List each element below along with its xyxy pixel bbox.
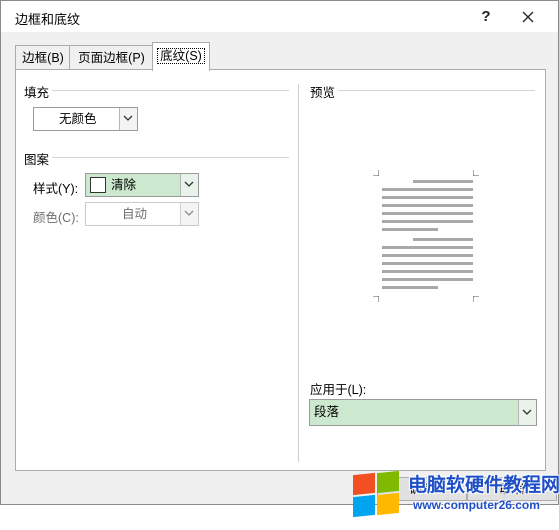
style-dropdown-button[interactable] xyxy=(180,174,198,196)
watermark-title: 电脑软硬件教程网 xyxy=(408,475,559,496)
apply-to-dropdown[interactable]: 段落 xyxy=(309,399,537,426)
fill-group-label: 填充 xyxy=(24,86,50,100)
corner-mark-bottom-left xyxy=(373,296,379,302)
close-button[interactable] xyxy=(513,1,543,32)
chevron-down-icon xyxy=(123,115,133,121)
corner-mark-top-left xyxy=(373,170,379,176)
title-bar: 边框和底纹 ? xyxy=(1,1,558,32)
watermark-url: www.computer26.com xyxy=(413,498,540,512)
fill-group-divider xyxy=(52,90,289,91)
tab-borders-label: 边框(B) xyxy=(22,51,64,65)
preview-text-line xyxy=(382,196,473,199)
preview-text-line xyxy=(382,228,438,231)
preview-text-line xyxy=(413,180,473,183)
apply-to-value: 段落 xyxy=(314,405,340,419)
chevron-down-icon xyxy=(184,210,194,216)
corner-mark-top-right xyxy=(473,170,479,176)
tab-borders[interactable]: 边框(B) xyxy=(15,45,71,70)
fill-dropdown-button[interactable] xyxy=(119,108,137,130)
pattern-group-label: 图案 xyxy=(24,153,50,167)
preview-text-line xyxy=(382,278,473,281)
tab-page-border[interactable]: 页面边框(P) xyxy=(69,45,154,70)
fill-color-value: 无颜色 xyxy=(59,112,97,126)
style-dropdown[interactable]: 清除 xyxy=(85,173,199,197)
close-icon xyxy=(522,11,534,23)
preview-text-line xyxy=(382,220,473,223)
apply-to-label: 应用于(L): xyxy=(310,383,367,397)
paragraph-preview xyxy=(359,170,479,302)
clear-pattern-swatch xyxy=(90,177,106,193)
site-watermark: 电脑软硬件教程网 www.computer26.com xyxy=(351,468,559,518)
preview-text-line xyxy=(382,204,473,207)
corner-mark-bottom-right xyxy=(473,296,479,302)
preview-divider xyxy=(338,90,535,91)
color-label: 颜色(C): xyxy=(33,211,79,225)
preview-text-line xyxy=(382,270,473,273)
dialog-title: 边框和底纹 xyxy=(15,12,81,27)
tab-shading-label: 底纹(S) xyxy=(157,48,205,64)
preview-text-line xyxy=(382,212,473,215)
windows-logo-icon xyxy=(351,470,403,518)
preview-text-line xyxy=(413,238,473,241)
preview-text-line xyxy=(382,254,473,257)
pattern-color-value: 自动 xyxy=(122,207,148,221)
tab-shading[interactable]: 底纹(S) xyxy=(152,42,210,71)
pattern-group-divider xyxy=(52,157,289,158)
chevron-down-icon xyxy=(522,409,532,415)
chevron-down-icon xyxy=(184,181,194,187)
help-button[interactable]: ? xyxy=(471,1,501,32)
style-label: 样式(Y): xyxy=(33,182,79,196)
preview-text-line xyxy=(382,188,473,191)
preview-text-line xyxy=(382,286,438,289)
borders-and-shading-dialog: 边框和底纹 ? 边框(B) 页面边框(P) 底纹(S) 填充 无颜色 图案 样式… xyxy=(0,0,559,505)
tab-page-border-label: 页面边框(P) xyxy=(78,51,145,65)
apply-to-dropdown-button[interactable] xyxy=(518,400,536,425)
style-value: 清除 xyxy=(111,178,137,192)
pattern-color-dropdown[interactable]: 自动 xyxy=(85,202,199,226)
preview-text-line xyxy=(382,262,473,265)
preview-text-line xyxy=(382,246,473,249)
preview-label: 预览 xyxy=(310,86,336,100)
fill-color-dropdown[interactable]: 无颜色 xyxy=(33,107,138,131)
panel-separator xyxy=(298,84,299,462)
pattern-color-dropdown-button[interactable] xyxy=(180,203,198,225)
